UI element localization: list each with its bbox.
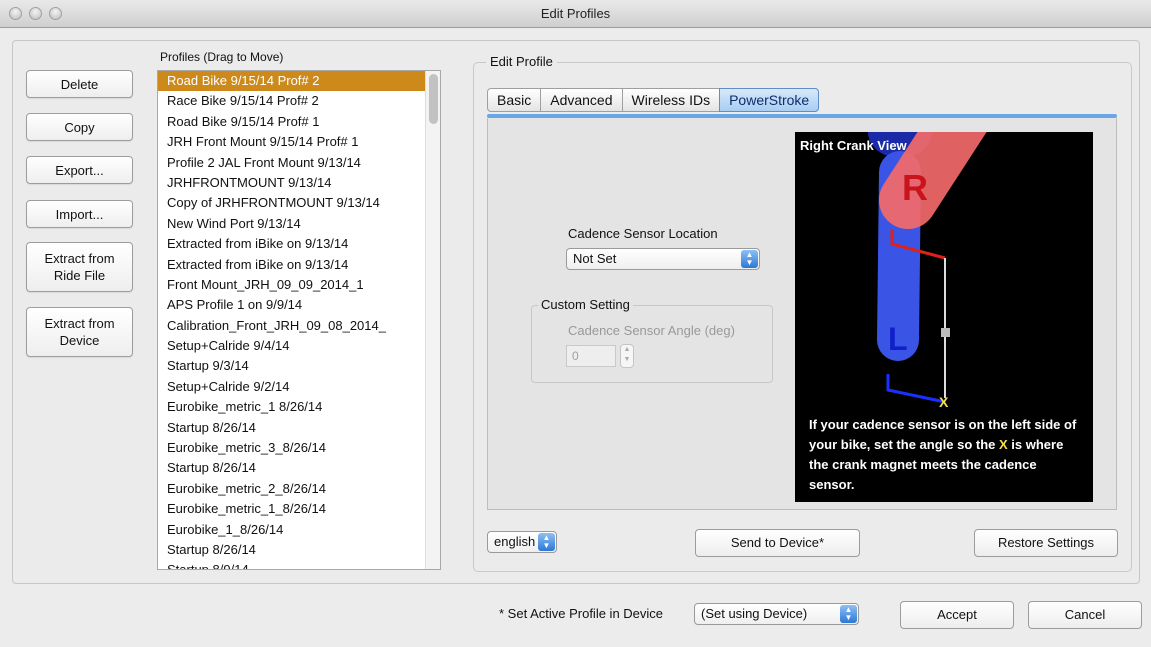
profile-list-item[interactable]: Eurobike_metric_1_8/26/14	[158, 499, 440, 519]
profile-list-item[interactable]: Road Bike 9/15/14 Prof# 2	[158, 71, 440, 92]
scroll-thumb[interactable]	[429, 74, 438, 124]
profile-list-item[interactable]: Profile 2 JAL Front Mount 9/13/14	[158, 153, 440, 173]
right-crank-view: R L X Right Crank View If your cadence s…	[795, 132, 1093, 502]
tab-bar: Basic Advanced Wireless IDs PowerStroke	[487, 88, 820, 112]
import-button[interactable]: Import...	[26, 200, 133, 228]
active-profile-label: * Set Active Profile in Device	[499, 606, 664, 621]
profile-list[interactable]: Road Bike 9/15/14 Prof# 2 Race Bike 9/15/…	[157, 70, 441, 570]
profile-list-scrollbar[interactable]	[425, 71, 440, 569]
tab-basic[interactable]: Basic	[487, 88, 542, 112]
profile-list-item[interactable]: APS Profile 1 on 9/9/14	[158, 295, 440, 315]
right-crank-letter: R	[902, 167, 928, 208]
profile-list-item[interactable]: Setup+Calride 9/4/14	[158, 336, 440, 356]
profile-list-item[interactable]: JRH Front Mount 9/15/14 Prof# 1	[158, 132, 440, 152]
language-select[interactable]: english ▲ ▼	[487, 531, 557, 553]
accept-button[interactable]: Accept	[900, 601, 1014, 629]
window-title: Edit Profiles	[540, 6, 611, 21]
cancel-button[interactable]: Cancel	[1028, 601, 1142, 629]
profile-list-item[interactable]: Copy of JRHFRONTMOUNT 9/13/14	[158, 193, 440, 213]
profile-list-item[interactable]: Extracted from iBike on 9/13/14	[158, 234, 440, 254]
profile-list-item[interactable]: Startup 9/3/14	[158, 356, 440, 376]
extract-from-device-button[interactable]: Extract from Device	[26, 307, 133, 357]
sensor-marker-square	[941, 328, 950, 337]
active-profile-select[interactable]: (Set using Device) ▲ ▼	[694, 603, 859, 625]
profile-list-item[interactable]: Calibration_Front_JRH_09_08_2014_	[158, 316, 440, 336]
profile-list-item[interactable]: Startup 8/26/14	[158, 458, 440, 478]
cadence-angle-label: Cadence Sensor Angle (deg)	[568, 323, 735, 338]
active-profile-value: (Set using Device)	[701, 606, 808, 621]
profile-list-item[interactable]: Startup 8/26/14	[158, 540, 440, 560]
profile-list-item[interactable]: Eurobike_metric_1 8/26/14	[158, 397, 440, 417]
profile-items: Road Bike 9/15/14 Prof# 2 Race Bike 9/15/…	[158, 71, 440, 569]
crank-text-x: X	[999, 437, 1008, 452]
cadence-location-value: Not Set	[573, 251, 617, 266]
cadence-sensor-location-select[interactable]: Not Set ▲ ▼	[566, 248, 760, 270]
profile-list-item[interactable]: Eurobike_1_8/26/14	[158, 520, 440, 540]
crank-view-instructions: If your cadence sensor is on the left si…	[809, 415, 1079, 495]
cadence-angle-field[interactable]: 0	[566, 345, 616, 367]
custom-setting-label: Custom Setting	[538, 297, 633, 312]
send-to-device-button[interactable]: Send to Device*	[695, 529, 860, 557]
export-button[interactable]: Export...	[26, 156, 133, 184]
profile-list-item[interactable]: Eurobike_metric_3_8/26/14	[158, 438, 440, 458]
extract-ride-line-1: Extract from	[44, 251, 115, 266]
crank-view-title: Right Crank View	[800, 138, 907, 153]
tab-powerstroke[interactable]: PowerStroke	[719, 88, 820, 112]
title-bar: Edit Profiles	[0, 0, 1151, 28]
tab-wireless-ids[interactable]: Wireless IDs	[621, 88, 721, 112]
profile-list-item[interactable]: Extracted from iBike on 9/13/14	[158, 255, 440, 275]
select-arrows-icon: ▲ ▼	[741, 250, 758, 268]
profile-list-item[interactable]: New Wind Port 9/13/14	[158, 214, 440, 234]
left-crank-letter: L	[888, 321, 908, 357]
copy-button[interactable]: Copy	[26, 113, 133, 141]
cadence-sensor-location-label: Cadence Sensor Location	[568, 226, 718, 241]
delete-button[interactable]: Delete	[26, 70, 133, 98]
tab-advanced[interactable]: Advanced	[540, 88, 623, 112]
profile-list-item[interactable]: Race Bike 9/15/14 Prof# 2	[158, 91, 440, 111]
profile-list-item[interactable]: Startup 8/9/14	[158, 560, 440, 569]
edit-profile-label: Edit Profile	[486, 54, 557, 69]
profile-list-item[interactable]: Setup+Calride 9/2/14	[158, 377, 440, 397]
restore-settings-button[interactable]: Restore Settings	[974, 529, 1118, 557]
left-bracket-line	[886, 374, 946, 404]
profiles-label: Profiles (Drag to Move)	[160, 50, 284, 64]
language-value: english	[494, 534, 536, 549]
magnet-x-marker: X	[939, 394, 949, 410]
profile-list-item[interactable]: Road Bike 9/15/14 Prof# 1	[158, 112, 440, 132]
select-arrows-icon: ▲ ▼	[840, 605, 857, 623]
profile-list-item[interactable]: JRHFRONTMOUNT 9/13/14	[158, 173, 440, 193]
extract-ride-line-2: Ride File	[53, 268, 106, 283]
profile-list-item[interactable]: Eurobike_metric_2_8/26/14	[158, 479, 440, 499]
extract-device-line-2: Device	[59, 333, 100, 348]
cadence-angle-stepper[interactable]: ▲ ▼	[620, 344, 634, 368]
extract-device-line-1: Extract from	[44, 316, 115, 331]
profile-list-item[interactable]: Startup 8/26/14	[158, 418, 440, 438]
profile-list-item[interactable]: Front Mount_JRH_09_09_2014_1	[158, 275, 440, 295]
select-arrows-icon: ▲ ▼	[538, 533, 555, 551]
extract-from-ride-file-button[interactable]: Extract from Ride File	[26, 242, 133, 292]
custom-setting-group	[531, 305, 773, 383]
